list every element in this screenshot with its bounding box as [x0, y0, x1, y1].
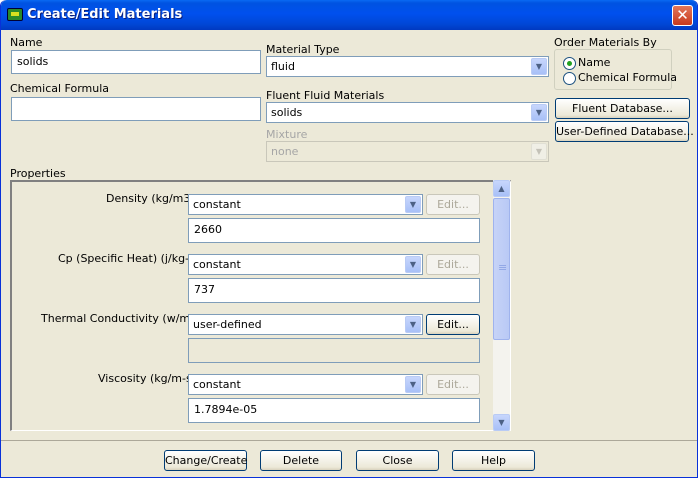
order-by-name-label: Name — [578, 56, 611, 69]
thermal-conductivity-edit-button[interactable]: Edit... — [426, 314, 480, 335]
specific-heat-method-value: constant — [193, 258, 241, 271]
scroll-thumb[interactable] — [493, 198, 510, 340]
arrow-down-icon[interactable]: ▼ — [493, 414, 510, 431]
viscosity-edit-button: Edit... — [426, 374, 480, 395]
fluent-fluid-materials-label: Fluent Fluid Materials — [266, 89, 385, 102]
material-type-label: Material Type — [266, 43, 340, 56]
thermal-conductivity-value-field — [188, 338, 480, 363]
title-bar[interactable]: Create/Edit Materials ✕ — [1, 0, 697, 30]
chevron-down-icon: ▼ — [405, 376, 421, 393]
properties-scrollbar[interactable]: ▲ ▼ — [493, 180, 510, 431]
chevron-down-icon: ▼ — [405, 256, 421, 273]
specific-heat-edit-button: Edit... — [426, 254, 480, 275]
density-label: Density (kg/m3) — [106, 192, 195, 205]
viscosity-method-select[interactable]: constant ▼ — [188, 374, 423, 395]
name-label: Name — [10, 36, 43, 49]
viscosity-value-field[interactable]: 1.7894e-05 — [188, 398, 480, 423]
specific-heat-value-field[interactable]: 737 — [188, 278, 480, 303]
chevron-down-icon: ▼ — [531, 58, 547, 75]
chemical-formula-label: Chemical Formula — [10, 82, 110, 95]
chevron-down-icon: ▼ — [405, 316, 421, 333]
create-edit-materials-window: Create/Edit Materials ✕ Name solids Chem… — [0, 0, 698, 478]
chevron-down-icon: ▼ — [531, 104, 547, 121]
thermal-conductivity-method-value: user-defined — [193, 318, 262, 331]
name-field[interactable]: solids — [11, 50, 261, 74]
fluent-fluid-materials-select[interactable]: solids ▼ — [266, 102, 549, 123]
order-materials-label: Order Materials By — [554, 36, 657, 49]
specific-heat-label: Cp (Specific Heat) (j/kg-k) — [58, 252, 200, 265]
density-method-value: constant — [193, 198, 241, 211]
order-by-name-radio[interactable] — [563, 57, 576, 70]
chevron-down-icon: ▼ — [405, 196, 421, 213]
order-materials-group: Name Chemical Formula — [554, 49, 677, 90]
material-type-select[interactable]: fluid ▼ — [266, 56, 549, 77]
arrow-up-icon[interactable]: ▲ — [493, 180, 510, 197]
density-edit-button: Edit... — [426, 194, 480, 215]
mixture-label: Mixture — [266, 128, 308, 141]
help-button[interactable]: Help — [452, 450, 535, 471]
mixture-value: none — [271, 145, 299, 158]
close-button[interactable]: Close — [356, 450, 439, 471]
fluent-database-button[interactable]: Fluent Database... — [555, 98, 690, 119]
user-defined-database-button[interactable]: User-Defined Database... — [555, 121, 694, 142]
thermal-conductivity-method-select[interactable]: user-defined ▼ — [188, 314, 423, 335]
thermal-conductivity-label: Thermal Conductivity (w/m-k) — [41, 312, 205, 325]
button-bar: Change/Create Delete Close Help — [1, 440, 697, 477]
specific-heat-method-select[interactable]: constant ▼ — [188, 254, 423, 275]
density-method-select[interactable]: constant ▼ — [188, 194, 423, 215]
material-type-value: fluid — [271, 60, 295, 73]
properties-panel: Density (kg/m3) constant ▼ Edit... 2660 … — [10, 180, 511, 431]
delete-button[interactable]: Delete — [260, 450, 342, 471]
window-title: Create/Edit Materials — [27, 7, 183, 22]
density-value-field[interactable]: 2660 — [188, 218, 480, 243]
chevron-down-icon: ▼ — [531, 143, 547, 160]
mixture-select: none ▼ — [266, 141, 549, 162]
close-window-button[interactable]: ✕ — [672, 5, 693, 26]
chemical-formula-field[interactable] — [11, 97, 261, 121]
properties-label: Properties — [10, 167, 66, 180]
order-by-formula-label: Chemical Formula — [578, 71, 678, 84]
fluent-fluid-materials-value: solids — [271, 106, 303, 119]
viscosity-method-value: constant — [193, 378, 241, 391]
change-create-button[interactable]: Change/Create — [164, 450, 247, 471]
viscosity-label: Viscosity (kg/m-s) — [98, 372, 197, 385]
app-icon — [7, 8, 23, 21]
order-by-formula-radio[interactable] — [563, 72, 576, 85]
